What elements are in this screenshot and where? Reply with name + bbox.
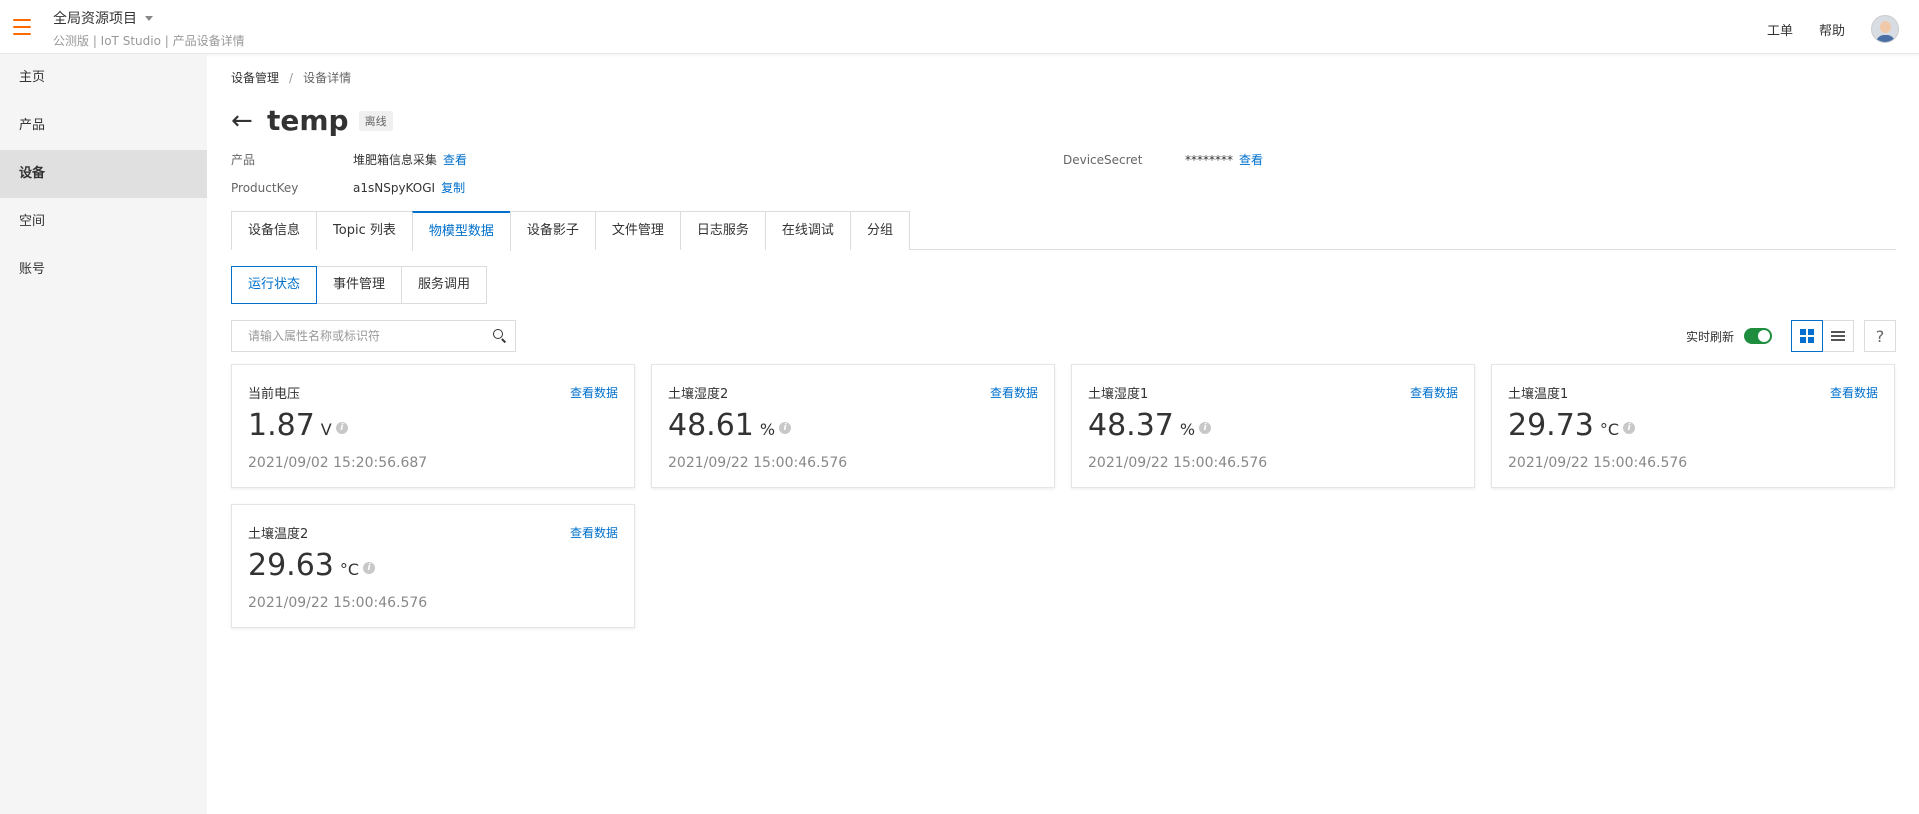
- property-timestamp: 2021/09/22 15:00:46.576: [1088, 455, 1268, 471]
- tab-device-info[interactable]: 设备信息: [231, 211, 318, 250]
- info-icon[interactable]: i: [1199, 421, 1212, 434]
- property-timestamp: 2021/09/22 15:00:46.576: [668, 455, 848, 471]
- property-value: 1.87: [248, 408, 315, 443]
- toolbar: 实时刷新 ?: [231, 320, 1896, 354]
- question-icon: ?: [1875, 326, 1885, 346]
- view-data-link[interactable]: 查看数据: [1410, 384, 1458, 401]
- project-title[interactable]: 全局资源项目: [53, 8, 137, 28]
- tab-file-management[interactable]: 文件管理: [594, 211, 681, 250]
- property-value: 29.73: [1508, 408, 1594, 443]
- property-name: 土壤湿度2: [668, 387, 729, 402]
- grid-view-button[interactable]: [1791, 320, 1823, 352]
- property-timestamp: 2021/09/22 15:00:46.576: [1508, 455, 1688, 471]
- subtab-running-status[interactable]: 运行状态: [231, 266, 318, 304]
- avatar[interactable]: [1871, 15, 1899, 43]
- project-selector[interactable]: 全局资源项目 公测版 | IoT Studio | 产品设备详情: [53, 8, 245, 49]
- product-value: 堆肥箱信息采集: [353, 153, 438, 167]
- search-box: [231, 320, 516, 352]
- view-data-link[interactable]: 查看数据: [990, 384, 1038, 401]
- product-label: 产品: [231, 153, 256, 167]
- caret-down-icon[interactable]: [145, 15, 153, 21]
- tab-log-service[interactable]: 日志服务: [679, 211, 766, 250]
- sidebar-item-product[interactable]: 产品: [0, 102, 207, 150]
- info-icon[interactable]: i: [1623, 421, 1636, 434]
- sidebar: 主页 产品 设备 空间 账号: [0, 54, 207, 814]
- page-title: temp: [267, 104, 349, 137]
- hamburger-menu-icon[interactable]: [13, 19, 31, 35]
- search-input[interactable]: [232, 321, 493, 351]
- sidebar-item-space[interactable]: 空间: [0, 198, 207, 246]
- property-card: 土壤湿度1 查看数据 48.37% i 2021/09/22 15:00:46.5…: [1071, 364, 1475, 488]
- tab-online-debug[interactable]: 在线调试: [764, 211, 851, 250]
- property-value: 29.63: [248, 548, 334, 583]
- property-cards: 当前电压 查看数据 1.87 Vi 2021/09/02 15:20:56.687…: [231, 364, 1896, 628]
- subtab-service-call[interactable]: 服务调用: [401, 266, 488, 304]
- productkey-value: a1sNSpyKOGI: [353, 180, 436, 195]
- sub-tabs: 运行状态 事件管理 服务调用: [231, 266, 1896, 304]
- info-icon[interactable]: i: [363, 561, 376, 574]
- main-content: 设备管理 / 设备详情 ← temp 离线 产品 堆肥箱信息采集 查看 Produc…: [231, 54, 1896, 628]
- sidebar-item-device[interactable]: 设备: [0, 150, 207, 198]
- property-card: 土壤温度2 查看数据 29.63 °C i 2021/09/22 15:00:46.…: [231, 504, 635, 628]
- status-badge: 离线: [358, 110, 393, 131]
- help-link[interactable]: 帮助: [1819, 20, 1845, 39]
- back-arrow-icon[interactable]: ←: [231, 108, 255, 134]
- search-icon[interactable]: [493, 329, 507, 343]
- tab-group[interactable]: 分组: [849, 211, 910, 250]
- grid-view-icon: [1800, 329, 1814, 343]
- device-secret-view-link[interactable]: 查看: [1239, 151, 1263, 168]
- productkey-label: ProductKey: [231, 180, 299, 195]
- work-order-link[interactable]: 工单: [1767, 20, 1793, 39]
- breadcrumb-parent[interactable]: 设备管理: [231, 71, 279, 85]
- property-unit: %: [1179, 420, 1196, 439]
- property-unit: V: [320, 420, 332, 439]
- subtab-event-management[interactable]: 事件管理: [316, 266, 403, 304]
- sidebar-item-home[interactable]: 主页: [0, 54, 207, 102]
- property-unit: °C: [339, 560, 360, 579]
- tab-topic-list[interactable]: Topic 列表: [316, 211, 413, 250]
- project-subtitle: 公测版 | IoT Studio | 产品设备详情: [53, 34, 245, 48]
- realtime-refresh-toggle[interactable]: [1744, 328, 1772, 344]
- breadcrumb: 设备管理 / 设备详情: [231, 69, 1896, 86]
- view-data-link[interactable]: 查看数据: [570, 384, 618, 401]
- property-card: 土壤温度1 查看数据 29.73 °C i 2021/09/22 15:00:46.…: [1491, 364, 1895, 488]
- property-card: 土壤湿度2 查看数据 48.61% i 2021/09/22 15:00:46.5…: [651, 364, 1055, 488]
- list-view-icon: [1831, 329, 1845, 343]
- tab-device-shadow[interactable]: 设备影子: [509, 211, 596, 250]
- property-value: 48.61: [668, 408, 754, 443]
- tab-thing-model-data[interactable]: 物模型数据: [411, 211, 511, 251]
- realtime-refresh-label: 实时刷新: [1685, 329, 1734, 344]
- list-view-button[interactable]: [1822, 320, 1854, 352]
- top-bar: 全局资源项目 公测版 | IoT Studio | 产品设备详情 工单 帮助: [0, 0, 1919, 54]
- breadcrumb-current: 设备详情: [303, 71, 352, 85]
- breadcrumb-separator: /: [289, 71, 294, 85]
- main-tabs: 设备信息 Topic 列表 物模型数据 设备影子 文件管理 日志服务 在线调试 …: [231, 211, 1896, 251]
- property-unit: %: [759, 420, 776, 439]
- property-name: 土壤温度2: [248, 527, 309, 542]
- property-timestamp: 2021/09/22 15:00:46.576: [248, 595, 428, 611]
- info-icon[interactable]: i: [779, 421, 792, 434]
- property-timestamp: 2021/09/02 15:20:56.687: [248, 455, 428, 471]
- property-name: 当前电压: [248, 387, 301, 402]
- product-view-link[interactable]: 查看: [443, 151, 467, 168]
- productkey-copy-link[interactable]: 复制: [441, 179, 465, 196]
- device-secret-value: ********: [1185, 152, 1233, 167]
- device-info: 产品 堆肥箱信息采集 查看 ProductKey a1sNSpyKOGI 复制 …: [231, 151, 1896, 199]
- help-button[interactable]: ?: [1864, 320, 1896, 352]
- property-unit: °C: [1599, 420, 1620, 439]
- property-card: 当前电压 查看数据 1.87 Vi 2021/09/02 15:20:56.687: [231, 364, 635, 488]
- sidebar-item-account[interactable]: 账号: [0, 246, 207, 294]
- property-value: 48.37: [1088, 408, 1174, 443]
- view-data-link[interactable]: 查看数据: [570, 524, 618, 541]
- info-icon[interactable]: i: [335, 421, 348, 434]
- device-secret-label: DeviceSecret: [1063, 152, 1143, 167]
- view-data-link[interactable]: 查看数据: [1830, 384, 1878, 401]
- property-name: 土壤温度1: [1508, 387, 1569, 402]
- property-name: 土壤湿度1: [1088, 387, 1149, 402]
